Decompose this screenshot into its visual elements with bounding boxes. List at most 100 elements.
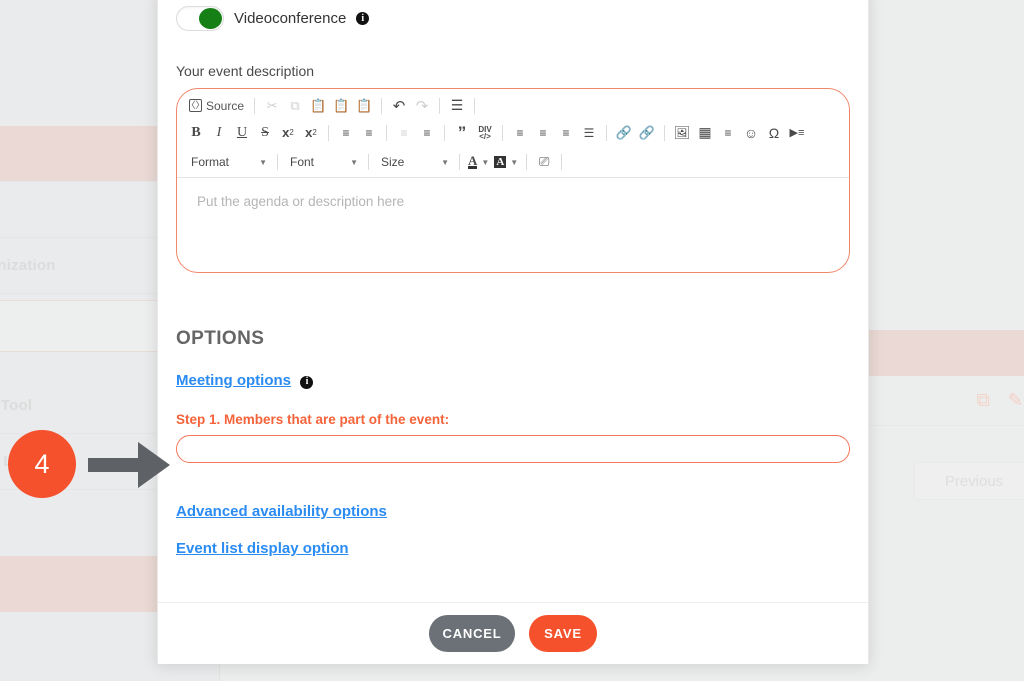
background-sidebar-label-4: e Tool [0,397,33,414]
link-icon[interactable]: 🔗 [613,122,635,144]
text-color-label: A [468,153,478,169]
align-center-icon[interactable]: ≡ [532,122,554,144]
toolbar-separator [439,97,441,114]
meeting-options-link[interactable]: Meeting options [176,372,291,389]
chevron-down-icon: ▼ [510,157,519,167]
toolbar-separator [386,124,387,141]
description-textarea[interactable]: Put the agenda or description here [177,178,849,225]
page-break-icon[interactable]: ▶≡ [786,122,808,144]
align-left-icon[interactable]: ≡ [509,122,531,144]
smiley-icon[interactable]: ☺ [740,122,762,144]
chevron-down-icon: ▼ [481,157,490,167]
bold-button[interactable]: B [185,122,207,144]
options-heading: OPTIONS [176,328,265,349]
format-dropdown-label: Format [191,155,230,169]
justify-icon[interactable]: ☰ [578,122,600,144]
maximize-icon[interactable]: ⎚ [533,151,555,173]
special-character-icon[interactable]: Ω [763,122,785,144]
toolbar-separator [459,154,460,170]
advanced-availability-row: Advanced availability options [176,503,850,521]
paste-icon[interactable]: 📋 [307,95,329,117]
members-input[interactable] [176,435,850,463]
editor-toolbar-row-2: B I U S x2 x2 ≡ ≡ ≡ ≡ ” DIV </> ≡ ≡ ≡ ☰ … [177,118,849,147]
arrow-right-icon [88,442,170,488]
italic-button[interactable]: I [208,122,230,144]
superscript-button[interactable]: x2 [300,122,322,144]
advanced-availability-options-link[interactable]: Advanced availability options [176,503,387,520]
description-editor: 〈〉 Source ✂ ⧉ 📋 📋 📋 ↶ ↷ ☰ B I U S x 2 x … [176,88,850,273]
subscript-button[interactable]: x2 [277,122,299,144]
toolbar-separator [502,124,503,141]
toolbar-separator [526,154,528,170]
copy-icon[interactable]: ⧉ [284,95,306,117]
decrease-indent-icon[interactable]: ≡ [393,122,415,144]
toolbar-separator [381,97,383,114]
background-previous-label: Previous [944,472,1004,490]
image-icon[interactable]: 🖼 [671,122,693,144]
size-dropdown-label: Size [381,155,405,169]
step-1-label: Step 1. Members that are part of the eve… [176,412,450,427]
edit-pencil-icon[interactable]: ✎ [1008,390,1023,411]
paste-as-plain-text-icon[interactable]: 📋 [330,95,352,117]
toolbar-separator [328,124,329,141]
templates-icon[interactable]: ☰ [446,95,468,117]
background-color-label: A [494,156,507,168]
source-label: Source [206,98,245,113]
step-number-text: 4 [34,448,50,479]
background-previous-button[interactable]: Previous [914,462,1024,500]
undo-icon[interactable]: ↶ [388,95,410,117]
text-color-button[interactable]: A ▼ [466,151,491,173]
editor-toolbar-row-1: 〈〉 Source ✂ ⧉ 📋 📋 📋 ↶ ↷ ☰ [177,89,849,118]
underline-button[interactable]: U [231,122,253,144]
event-list-display-row: Event list display option [176,540,850,558]
toolbar-separator [561,154,563,170]
copy-icon[interactable]: ⧉ [976,390,990,412]
table-icon[interactable]: ▦ [694,122,716,144]
toolbar-separator [254,97,256,114]
format-dropdown[interactable]: Format ▼ [185,151,271,173]
chevron-down-icon: ▼ [259,157,267,167]
info-icon[interactable]: i [356,12,370,25]
save-button[interactable]: SAVE [529,615,597,652]
event-list-display-option-link[interactable]: Event list display option [176,540,349,557]
step-number-badge: 4 [8,430,76,498]
screenshot-root: R onization e Tool & Live (#) ⇅ [0,0,1024,681]
font-dropdown[interactable]: Font ▼ [284,151,362,173]
increase-indent-icon[interactable]: ≡ [416,122,438,144]
info-icon[interactable]: i [300,375,314,389]
description-field-label: Your event description [176,63,315,79]
numbered-list-icon[interactable]: ≡ [335,122,357,144]
paste-from-word-icon[interactable]: 📋 [353,95,375,117]
chevron-down-icon: ▼ [350,157,358,167]
background-color-button[interactable]: A ▼ [492,151,520,173]
unlink-icon[interactable]: 🔗 [636,122,658,144]
meeting-options-row: Meeting options i [176,372,850,390]
blockquote-icon[interactable]: ” [451,122,473,144]
horizontal-rule-icon[interactable]: ≡ [717,122,739,144]
toolbar-separator [606,124,607,141]
source-code-icon: 〈〉 [186,99,205,112]
bulleted-list-icon[interactable]: ≡ [358,122,380,144]
chevron-down-icon: ▼ [441,157,449,167]
cut-icon[interactable]: ✂ [261,95,283,117]
editor-toolbar-row-3: Format ▼ Font ▼ Size ▼ A ▼ A ▼ ⎚ [177,147,849,177]
toolbar-separator [368,154,369,170]
create-div-icon[interactable]: DIV </> [474,122,496,144]
videoconference-toggle[interactable] [176,6,224,31]
modal-body: Videoconference i Your event description… [158,0,868,602]
toggle-knob [199,8,222,29]
toolbar-separator [474,97,476,114]
source-button[interactable]: 〈〉 Source [185,95,248,117]
size-dropdown[interactable]: Size ▼ [375,151,453,173]
description-placeholder: Put the agenda or description here [197,194,405,209]
align-right-icon[interactable]: ≡ [555,122,577,144]
redo-icon[interactable]: ↷ [411,95,433,117]
background-sidebar-label-2: onization [0,257,56,274]
event-modal: Videoconference i Your event description… [157,0,869,664]
videoconference-row: Videoconference i [176,0,850,31]
videoconference-label: Videoconference [234,10,347,27]
strikethrough-button[interactable]: S [254,122,276,144]
toolbar-separator [444,124,445,141]
toolbar-separator [664,124,665,141]
cancel-button[interactable]: CANCEL [429,615,515,652]
